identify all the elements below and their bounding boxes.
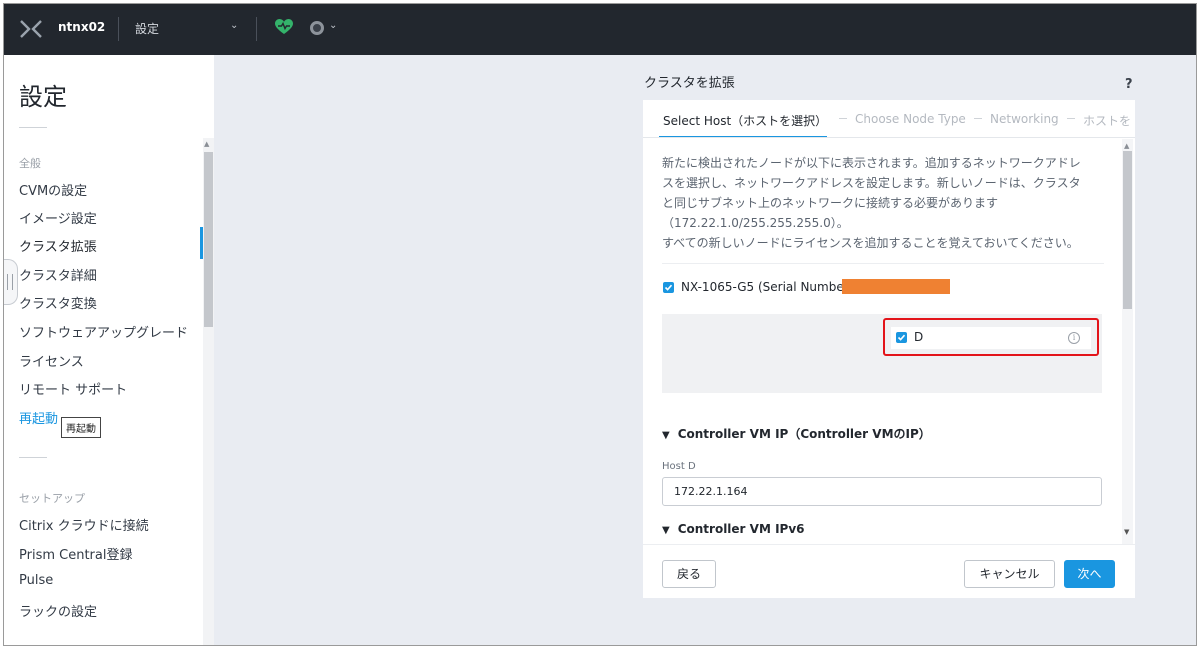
top-bar: ntnx02 設定 ⌄ ⌄ [4,4,1196,55]
step-separator [839,118,847,119]
sidebar-item-citrix-cloud[interactable]: Citrix クラウドに接続 [19,515,149,534]
chevron-down-icon[interactable]: ⌄ [329,20,337,31]
instructions-line: と同じサブネット上のネットワークに接続する必要があります [662,196,999,210]
help-icon[interactable]: ? [1125,77,1133,92]
tab-choose-node-type[interactable]: Choose Node Type [855,112,966,126]
sidebar: 設定 全般 CVMの設定 イメージ設定 クラスタ拡張 クラスタ詳細 クラスタ変換… [4,55,214,645]
sidebar-section-general: 全般 [19,157,41,170]
sidebar-item-license[interactable]: ライセンス [19,351,84,370]
topbar-divider [256,17,257,41]
instructions-line: 新たに検出されたノードが以下に表示されます。追加するネットワークアドレ [662,156,1081,170]
scroll-down-icon[interactable]: ▼ [1124,528,1129,536]
topbar-divider [118,17,119,41]
nutanix-logo-icon[interactable] [19,19,43,39]
app-window: ntnx02 設定 ⌄ ⌄ 設定 全般 CVMの設定 イメージ設定 クラスタ拡張… [3,3,1197,646]
serial-number-redaction [842,279,950,294]
controller-vm-ip-section[interactable]: ▼ Controller VM IP（Controller VMのIP） [662,425,931,442]
dialog-scrollbar-thumb[interactable] [1123,151,1132,309]
sidebar-item-expand-cluster[interactable]: クラスタ拡張 [19,236,97,255]
host-d-label: Host D [662,461,696,472]
instructions-line: （172.22.1.0/255.255.255.0）。 [662,216,849,230]
section-heading: Controller VM IP（Controller VMのIP） [677,427,931,441]
chevron-down-icon: ▼ [662,430,670,441]
instructions-line: スを選択し、ネットワークアドレスを設定します。新しいノードは、クラスタ [662,176,1081,190]
sidebar-item-cluster-details[interactable]: クラスタ詳細 [19,265,97,284]
cancel-button[interactable]: キャンセル [964,560,1055,588]
sidebar-item-software-upgrade[interactable]: ソフトウェアアップグレード [19,322,188,341]
cluster-name[interactable]: ntnx02 [58,20,105,34]
step-separator [974,118,982,119]
instructions-line: すべての新しいノードにライセンスを追加することを覚えておいてください。 [662,236,1079,250]
sidebar-item-convert-cluster[interactable]: クラスタ変換 [19,293,97,312]
sidebar-title: 設定 [19,83,67,111]
alert-status-icon[interactable] [310,21,324,35]
instructions-text: 新たに検出されたノードが以下に表示されます。追加するネットワークアドレ スを選択… [662,153,1104,253]
controller-vm-ipv6-section[interactable]: ▼ Controller VM IPv6 [662,522,805,536]
modal-title: クラスタを拡張 [644,76,735,91]
divider [19,457,47,458]
wizard-steps: Select Host（ホストを選択） Choose Node Type Net… [643,100,1135,138]
back-button[interactable]: 戻る [662,560,716,588]
controller-vm-ip-input[interactable]: 172.22.1.164 [662,477,1102,506]
sidebar-item-remote-support[interactable]: リモート サポート [19,379,127,398]
highlight-annotation [883,318,1099,356]
sidebar-item-cvm-settings[interactable]: CVMの設定 [19,180,87,199]
page-selector[interactable]: 設定 [135,20,159,37]
divider [662,263,1104,264]
chevron-down-icon: ▼ [662,525,670,536]
sidebar-item-reboot[interactable]: 再起動 [19,408,58,427]
host-model-label: NX-1065-G5 (Serial Number: [681,280,853,294]
tab-select-host[interactable]: Select Host（ホストを選択） [663,112,827,129]
reboot-tooltip: 再起動 [61,417,101,438]
sidebar-section-setup: セットアップ [19,492,85,505]
tab-networking[interactable]: Networking [990,112,1059,126]
scroll-up-icon[interactable]: ▲ [1124,142,1129,150]
dialog-body: 新たに検出されたノードが以下に表示されます。追加するネットワークアドレ スを選択… [643,139,1135,544]
sidebar-item-prism-central[interactable]: Prism Central登録 [19,544,132,563]
sidebar-scrollbar-thumb[interactable] [204,152,213,327]
sidebar-item-pulse[interactable]: Pulse [19,573,53,588]
tab-host[interactable]: ホストを [1083,112,1131,129]
host-checkbox[interactable] [663,282,674,293]
step-separator [1067,118,1075,119]
next-button[interactable]: 次へ [1064,560,1115,588]
divider [19,127,47,128]
expand-cluster-dialog: Select Host（ホストを選択） Choose Node Type Net… [643,100,1135,598]
active-tab-underline [659,136,827,137]
dialog-footer: 戻る キャンセル 次へ [643,544,1135,598]
sidebar-item-rack-settings[interactable]: ラックの設定 [19,601,97,620]
chevron-down-icon[interactable]: ⌄ [230,20,238,31]
health-heart-icon[interactable] [275,19,293,35]
sidebar-item-image-settings[interactable]: イメージ設定 [19,208,97,227]
sidebar-resize-handle[interactable] [4,259,18,305]
section-heading: Controller VM IPv6 [677,522,805,536]
scroll-up-icon[interactable]: ▲ [204,140,209,148]
